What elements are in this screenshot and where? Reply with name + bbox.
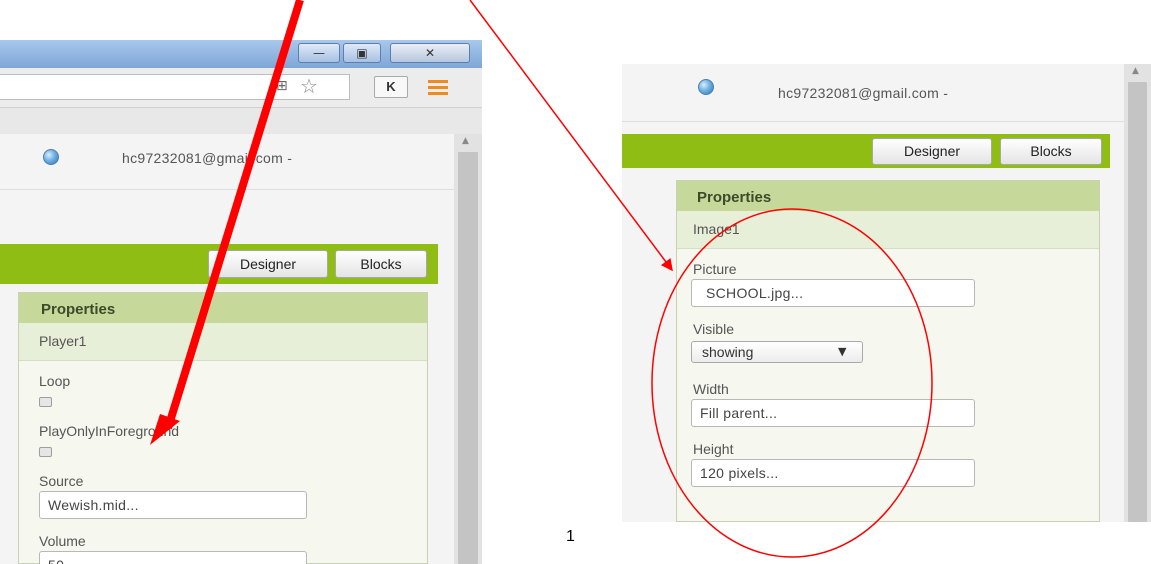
visible-dropdown[interactable]: showing ▼: [691, 341, 863, 363]
globe-icon: [698, 79, 714, 95]
menu-icon[interactable]: [428, 80, 448, 95]
visible-label: Visible: [693, 321, 734, 337]
volume-label: Volume: [39, 533, 86, 549]
close-button[interactable]: ✕: [390, 43, 470, 63]
component-name: Player1: [19, 323, 427, 361]
scroll-up-icon[interactable]: ▲: [1132, 66, 1139, 76]
properties-panel: Properties Player1 Loop PlayOnlyInForegr…: [18, 292, 428, 564]
properties-panel: Properties Image1 Picture SCHOOL.jpg... …: [676, 180, 1100, 522]
account-email[interactable]: hc97232081@gmail.com -: [778, 85, 948, 101]
loop-checkbox[interactable]: [39, 397, 52, 407]
right-screenshot: hc97232081@gmail.com - Designer Blocks P…: [622, 64, 1151, 522]
designer-button[interactable]: Designer: [208, 250, 328, 278]
blocks-button[interactable]: Blocks: [335, 250, 427, 278]
dropdown-arrow-icon: ▼: [838, 345, 847, 358]
browser-toolbar: ⊞ ☆ K: [0, 68, 482, 108]
minimize-button[interactable]: —: [298, 43, 340, 63]
height-label: Height: [693, 441, 734, 457]
left-screenshot: — ▣ ✕ ⊞ ☆ K hc97232081@gmail.com - Desig…: [0, 40, 482, 564]
properties-header: Properties: [19, 293, 427, 323]
scroll-up-icon[interactable]: ▲: [462, 136, 469, 146]
translate-icon[interactable]: ⊞: [276, 78, 288, 94]
width-label: Width: [693, 381, 729, 397]
scrollbar-thumb[interactable]: [458, 152, 478, 564]
account-bar: hc97232081@gmail.com -: [0, 134, 454, 190]
source-field[interactable]: Wewish.mid...: [39, 491, 307, 519]
component-name: Image1: [677, 211, 1099, 249]
page-scrollbar[interactable]: ▲: [1124, 64, 1151, 522]
designer-button[interactable]: Designer: [872, 138, 992, 165]
page-scrollbar[interactable]: ▲: [454, 134, 482, 564]
maximize-button[interactable]: ▣: [343, 43, 381, 63]
globe-icon: [43, 149, 59, 165]
address-bar[interactable]: [0, 74, 350, 100]
volume-field[interactable]: 50: [39, 551, 307, 564]
picture-label: Picture: [693, 261, 737, 277]
scrollbar-thumb[interactable]: [1128, 82, 1147, 522]
page-number: 1: [566, 528, 575, 545]
source-label: Source: [39, 473, 84, 489]
height-field[interactable]: 120 pixels...: [691, 459, 975, 487]
account-bar: hc97232081@gmail.com -: [622, 64, 1124, 122]
foreground-checkbox[interactable]: [39, 447, 52, 457]
properties-header: Properties: [677, 181, 1099, 211]
bookmarks-strip: [0, 108, 482, 135]
loop-label: Loop: [39, 373, 71, 389]
visible-value: showing: [702, 344, 754, 360]
picture-field[interactable]: SCHOOL.jpg...: [691, 279, 975, 307]
star-icon[interactable]: ☆: [300, 74, 318, 98]
foreground-label: PlayOnlyInForeground: [39, 423, 180, 439]
blocks-button[interactable]: Blocks: [1000, 138, 1102, 165]
app-inventor-page: hc97232081@gmail.com - Designer Blocks P…: [0, 134, 454, 564]
window-titlebar: — ▣ ✕: [0, 40, 482, 68]
extension-k-button[interactable]: K: [374, 76, 408, 98]
account-email[interactable]: hc97232081@gmail.com -: [122, 150, 292, 166]
width-field[interactable]: Fill parent...: [691, 399, 975, 427]
